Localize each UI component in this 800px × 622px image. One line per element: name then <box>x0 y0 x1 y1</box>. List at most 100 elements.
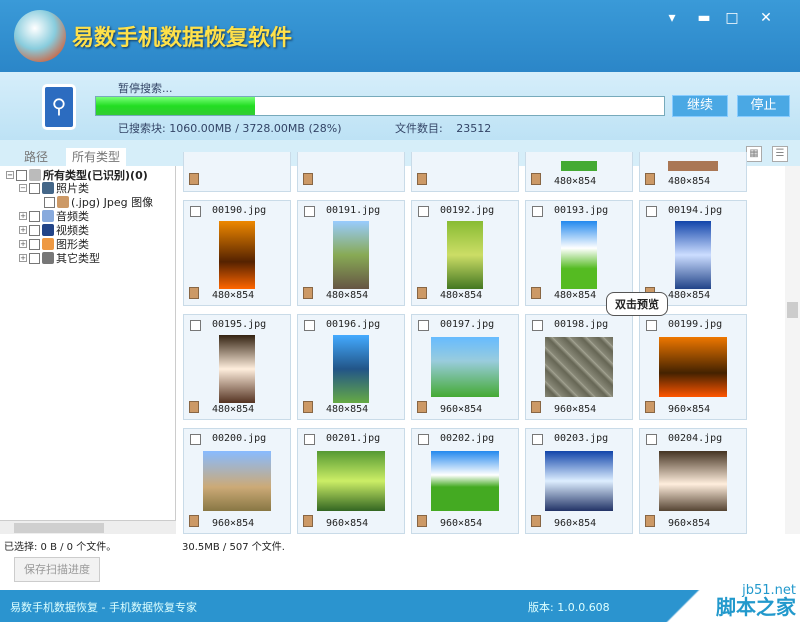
tab-all-types[interactable]: 所有类型 <box>66 148 127 166</box>
file-checkbox[interactable] <box>418 206 429 217</box>
jpg-file-icon <box>531 173 541 185</box>
scrollbar-thumb[interactable] <box>14 523 104 533</box>
category-icon <box>42 210 54 222</box>
category-icon <box>42 224 54 236</box>
file-card[interactable]: 00201.jpg 960×854 <box>297 428 405 534</box>
thumbnail <box>317 451 385 511</box>
expand-toggle-icon[interactable]: + <box>19 212 27 220</box>
title-bar: 易数手机数据恢复软件 ▾ ▬ □ ✕ <box>0 0 800 72</box>
thumbnail <box>333 221 369 289</box>
jpg-file-icon <box>417 401 427 413</box>
expand-toggle-icon[interactable]: + <box>19 254 27 262</box>
tree-checkbox[interactable] <box>29 224 40 236</box>
progress-fill <box>96 97 256 115</box>
close-button[interactable]: ✕ <box>756 10 776 26</box>
file-card[interactable] <box>411 152 519 192</box>
file-card[interactable]: 480×854 <box>639 152 747 192</box>
thumbnail <box>431 337 499 397</box>
file-card[interactable]: 00192.jpg 480×854 <box>411 200 519 306</box>
image-dimensions: 480×854 <box>440 290 483 301</box>
maximize-button[interactable]: □ <box>722 10 742 26</box>
jpg-file-icon <box>189 401 199 413</box>
file-checkbox[interactable] <box>190 320 201 331</box>
file-card[interactable]: 00191.jpg 480×854 <box>297 200 405 306</box>
scan-panel: ⚲ 暂停搜索... 继续 停止 已搜索块: 1060.00MB / 3728.0… <box>0 72 800 140</box>
tree-checkbox[interactable] <box>29 252 40 264</box>
tree-horizontal-scrollbar[interactable] <box>0 520 176 534</box>
file-checkbox[interactable] <box>304 434 315 445</box>
file-checkbox[interactable] <box>646 434 657 445</box>
file-checkbox[interactable] <box>304 320 315 331</box>
file-card[interactable]: 00198.jpg 960×854 <box>525 314 633 420</box>
file-card[interactable]: 00203.jpg 960×854 <box>525 428 633 534</box>
file-name: 00190.jpg <box>212 205 267 216</box>
minimize-button[interactable]: ▬ <box>694 10 714 26</box>
footer-slogan: 易数手机数据恢复 - 手机数据恢复专家 <box>10 601 197 614</box>
file-checkbox[interactable] <box>532 434 543 445</box>
file-card[interactable]: 00202.jpg 960×854 <box>411 428 519 534</box>
expand-toggle-icon[interactable]: − <box>6 171 14 179</box>
jpg-file-icon <box>303 287 313 299</box>
file-card[interactable] <box>183 152 291 192</box>
file-checkbox[interactable] <box>190 434 201 445</box>
tree-checkbox[interactable] <box>29 238 40 250</box>
file-card[interactable]: 00197.jpg 960×854 <box>411 314 519 420</box>
expand-toggle-icon[interactable]: + <box>19 226 27 234</box>
file-checkbox[interactable] <box>304 206 315 217</box>
thumbnail <box>668 161 718 171</box>
file-card[interactable]: 00199.jpg 960×854 <box>639 314 747 420</box>
tree-checkbox[interactable] <box>44 196 55 208</box>
file-card[interactable] <box>297 152 405 192</box>
menu-button[interactable]: ▾ <box>662 10 682 26</box>
image-dimensions: 480×854 <box>326 290 369 301</box>
total-info: 30.5MB / 507 个文件. <box>182 542 285 553</box>
image-dimensions: 480×854 <box>326 404 369 415</box>
image-dimensions: 960×854 <box>440 518 483 529</box>
expand-toggle-icon[interactable]: + <box>19 240 27 248</box>
file-card[interactable]: 00204.jpg 960×854 <box>639 428 747 534</box>
tab-path[interactable]: 路径 <box>18 148 54 166</box>
file-checkbox[interactable] <box>190 206 201 217</box>
image-dimensions: 960×854 <box>554 404 597 415</box>
file-checkbox[interactable] <box>532 206 543 217</box>
file-checkbox[interactable] <box>646 320 657 331</box>
file-checkbox[interactable] <box>418 434 429 445</box>
scrollbar-thumb[interactable] <box>787 302 798 318</box>
thumbnail <box>447 221 483 289</box>
file-card[interactable]: 00195.jpg 480×854 <box>183 314 291 420</box>
image-dimensions: 960×854 <box>440 404 483 415</box>
app-title: 易数手机数据恢复软件 <box>72 26 293 51</box>
tree-checkbox[interactable] <box>16 169 27 181</box>
file-card[interactable]: 00196.jpg 480×854 <box>297 314 405 420</box>
grid-vertical-scrollbar[interactable] <box>785 166 800 534</box>
file-type-tree: − 所有类型(已识别)(0) − 照片类 (.jpg) Jpeg 图像 + 音频类 + 视频类 +… <box>0 166 176 534</box>
image-dimensions: 960×854 <box>212 518 255 529</box>
file-card[interactable]: 00193.jpg 480×854 <box>525 200 633 306</box>
expand-toggle-icon[interactable]: − <box>19 184 27 192</box>
image-dimensions: 480×854 <box>668 176 711 187</box>
jpg-file-icon <box>303 173 313 185</box>
file-card[interactable]: 480×854 <box>525 152 633 192</box>
file-name: 00193.jpg <box>554 205 609 216</box>
tree-checkbox[interactable] <box>29 210 40 222</box>
tree-checkbox[interactable] <box>29 182 40 194</box>
image-dimensions: 960×854 <box>668 518 711 529</box>
thumbnail <box>545 451 613 511</box>
file-card[interactable]: 00190.jpg 480×854 <box>183 200 291 306</box>
image-dimensions: 960×854 <box>554 518 597 529</box>
thumbnail <box>203 451 271 511</box>
continue-button[interactable]: 继续 <box>672 95 728 117</box>
jpg-file-icon <box>531 401 541 413</box>
stop-button[interactable]: 停止 <box>737 95 790 117</box>
jpg-file-icon <box>531 515 541 527</box>
file-checkbox[interactable] <box>646 206 657 217</box>
thumbnail <box>545 337 613 397</box>
file-card[interactable]: 00200.jpg 960×854 <box>183 428 291 534</box>
jpg-file-icon <box>189 287 199 299</box>
file-checkbox[interactable] <box>532 320 543 331</box>
save-progress-button[interactable]: 保存扫描进度 <box>14 557 100 582</box>
file-checkbox[interactable] <box>418 320 429 331</box>
file-name: 00202.jpg <box>440 433 495 444</box>
file-card[interactable]: 00194.jpg 480×854 <box>639 200 747 306</box>
tree-node[interactable]: + 其它类型 <box>19 250 100 266</box>
